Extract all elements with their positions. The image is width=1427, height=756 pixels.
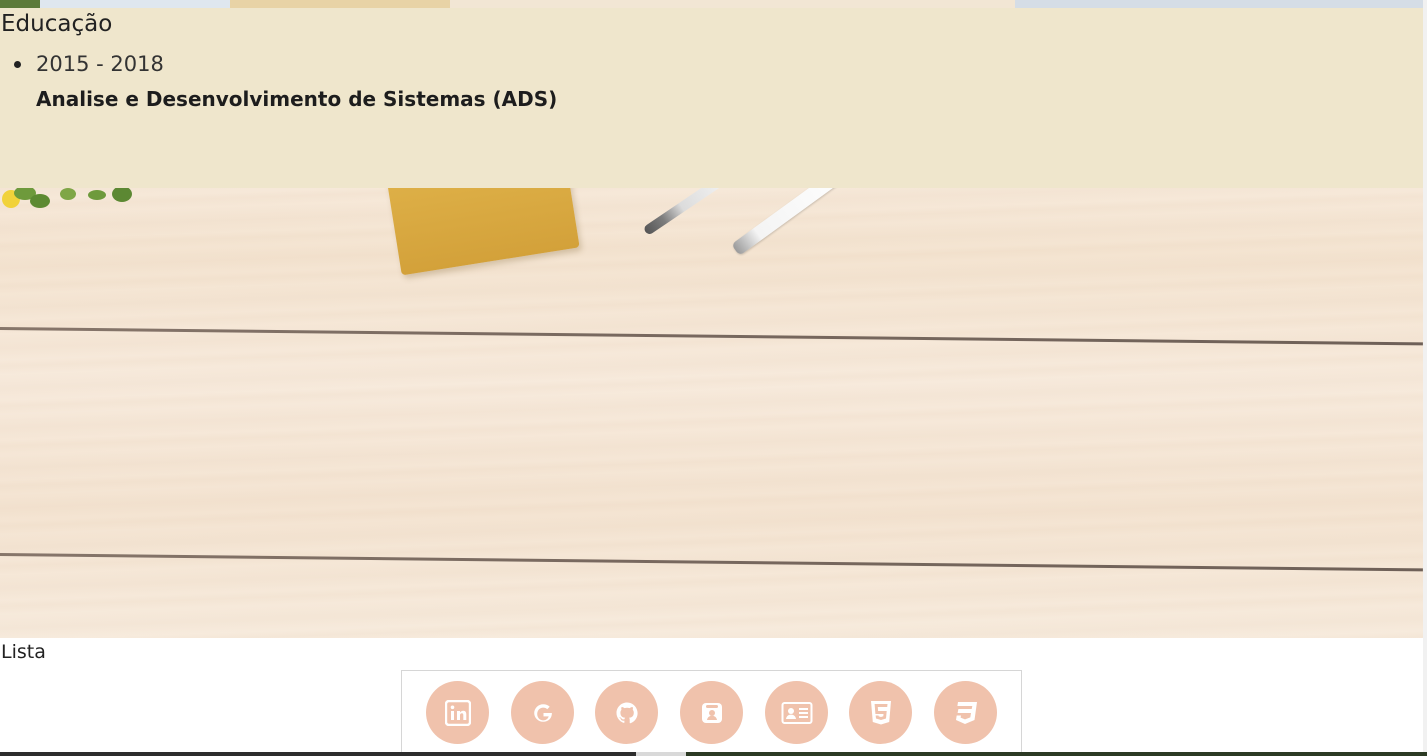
github-icon[interactable] bbox=[595, 681, 658, 744]
education-course: Analise e Desenvolvimento de Sistemas (A… bbox=[36, 87, 558, 111]
plant-decoration bbox=[0, 186, 140, 218]
education-period: 2015 - 2018 bbox=[36, 52, 164, 76]
badge-icon[interactable] bbox=[680, 681, 743, 744]
contact-card-icon[interactable] bbox=[765, 681, 828, 744]
education-list: 2015 - 2018 Analise e Desenvolvimento de… bbox=[0, 49, 557, 114]
page: Educação 2015 - 2018 Analise e Desenvolv… bbox=[0, 0, 1427, 756]
education-section: Educação 2015 - 2018 Analise e Desenvolv… bbox=[0, 8, 1423, 188]
image-top-strip bbox=[0, 0, 1423, 8]
social-icons-bar bbox=[401, 670, 1022, 755]
education-item: 2015 - 2018 Analise e Desenvolvimento de… bbox=[0, 49, 557, 114]
css3-icon[interactable] bbox=[934, 681, 997, 744]
lista-label: Lista bbox=[1, 641, 46, 663]
education-title: Educação bbox=[1, 11, 113, 37]
google-icon[interactable] bbox=[511, 681, 574, 744]
bottom-image-edge bbox=[0, 752, 1427, 756]
html5-icon[interactable] bbox=[849, 681, 912, 744]
scrollbar-track[interactable] bbox=[1423, 0, 1427, 756]
linkedin-icon[interactable] bbox=[426, 681, 489, 744]
